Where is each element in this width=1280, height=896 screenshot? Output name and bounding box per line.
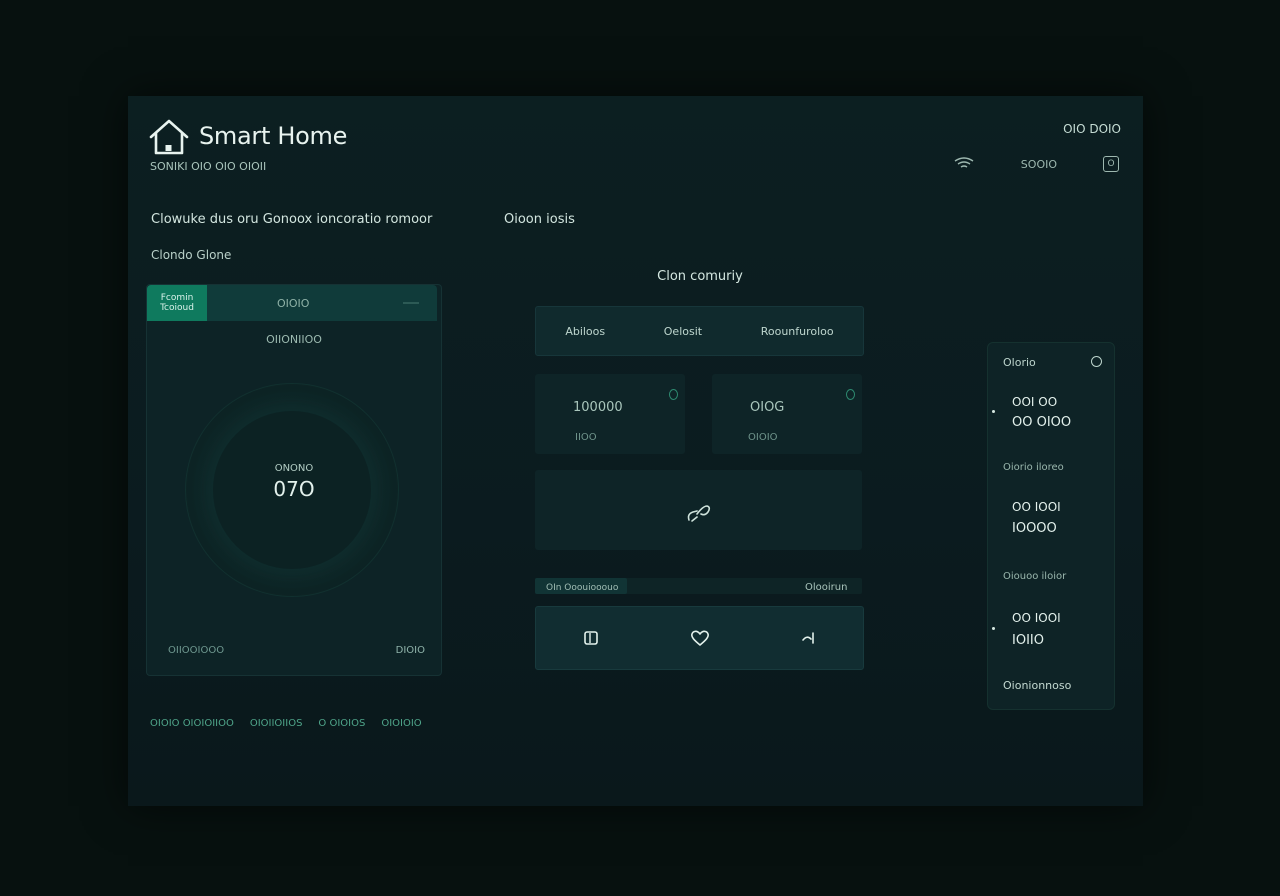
metric-sub: IIOO xyxy=(575,432,597,443)
header-menu-item[interactable]: SOOIO xyxy=(1021,158,1057,171)
panel-label: OIIONIIOO xyxy=(266,333,322,346)
bottom-link[interactable]: OIOIIOIIOS xyxy=(250,718,303,729)
progress-label-left: OIn Ooouiooouo xyxy=(546,583,619,593)
tab-handle-icon[interactable] xyxy=(403,302,419,304)
metric-sub: OIOIO xyxy=(748,432,778,443)
app-title: Smart Home xyxy=(199,122,348,150)
device-visual xyxy=(535,470,862,550)
settings-icon[interactable]: O xyxy=(1103,156,1119,172)
panel-footer-left: OIIOOIOOO xyxy=(168,645,225,656)
bullet-icon xyxy=(992,410,995,413)
status-group-label: Oiorio iloreo xyxy=(1003,462,1064,473)
metric-card[interactable]: 100000 IIOO xyxy=(535,374,685,454)
status-dot-icon xyxy=(846,389,855,400)
status-panel: Olorio OOI OO OO OIOO Oiorio iloreo OO I… xyxy=(987,342,1115,710)
control-bar xyxy=(535,606,864,670)
status-value: IOOOO xyxy=(1012,521,1057,536)
wifi-icon[interactable] xyxy=(953,156,975,172)
heart-icon xyxy=(690,630,709,646)
status-group-label: Oiouoo iloior xyxy=(1003,571,1067,582)
status-value: OO OIOO xyxy=(1012,415,1072,430)
left-section-title: Clowuke dus oru Gonoox ioncoratio romoor xyxy=(151,212,433,227)
status-value: OOI OO xyxy=(1012,395,1058,409)
status-value: OO IOOI xyxy=(1012,611,1061,625)
tab-active[interactable]: Fcomin Tcoioud xyxy=(147,285,207,321)
tab-center-3[interactable]: Roounfuroloo xyxy=(761,325,834,338)
link-icon[interactable] xyxy=(685,500,713,526)
app-window: Smart Home SONIKI OIO OIO OIOII OIO DOIO… xyxy=(128,96,1143,806)
status-panel-footer[interactable]: Oionionnoso xyxy=(1003,679,1071,692)
square-icon xyxy=(583,631,598,645)
center-section-title: Oioon iosis xyxy=(504,212,575,227)
panel-tabs: Fcomin Tcoioud OIOIO xyxy=(147,285,437,321)
center-tabs: Abiloos Oelosit Roounfuroloo xyxy=(535,306,864,356)
square-button[interactable] xyxy=(576,623,606,653)
status-value: IOIIO xyxy=(1012,633,1044,648)
info-icon[interactable] xyxy=(1091,356,1102,367)
bullet-icon xyxy=(992,627,995,630)
status-value: OO IOOI xyxy=(1012,500,1061,514)
left-section-subtitle: Clondo Glone xyxy=(151,248,232,262)
arrow-icon xyxy=(801,632,814,644)
favorite-button[interactable] xyxy=(685,623,715,653)
tab-center-2[interactable]: Oelosit xyxy=(664,325,702,338)
metric-card[interactable]: OIOG OIOIO xyxy=(712,374,862,454)
panel-footer-right[interactable]: DIOIO xyxy=(396,645,425,656)
tab-second[interactable]: OIOIO xyxy=(277,297,309,310)
metric-value: 100000 xyxy=(573,400,623,415)
metric-value: OIOG xyxy=(750,400,785,415)
bottom-link[interactable]: OIOIO OIOIOIIOO xyxy=(150,718,234,729)
status-dot-icon xyxy=(669,389,678,400)
dial-label: ONONO xyxy=(274,463,314,474)
header-status-text: OIO DOIO xyxy=(1063,122,1121,136)
status-panel-title: Olorio xyxy=(1003,356,1036,369)
bottom-link[interactable]: O OIOIOS xyxy=(318,718,365,729)
thermostat-panel: Fcomin Tcoioud OIOIO OIIONIIOO ONONO 07O… xyxy=(146,284,442,676)
center-card-title: Clon comuriy xyxy=(657,269,743,284)
tab-center-1[interactable]: Abiloos xyxy=(565,325,605,338)
bottom-links: OIOIO OIOIOIIOO OIOIIOIIOS O OIOIOS OIOI… xyxy=(150,718,422,729)
dial-value: 07O xyxy=(273,477,315,501)
header-actions: SOOIO O xyxy=(953,156,1119,172)
app-subtitle: SONIKI OIO OIO OIOII xyxy=(150,160,267,173)
next-button[interactable] xyxy=(794,623,824,653)
progress-label-right: Olooirun xyxy=(805,582,848,593)
bottom-link[interactable]: OIOIOIO xyxy=(381,718,421,729)
house-icon xyxy=(149,119,189,155)
